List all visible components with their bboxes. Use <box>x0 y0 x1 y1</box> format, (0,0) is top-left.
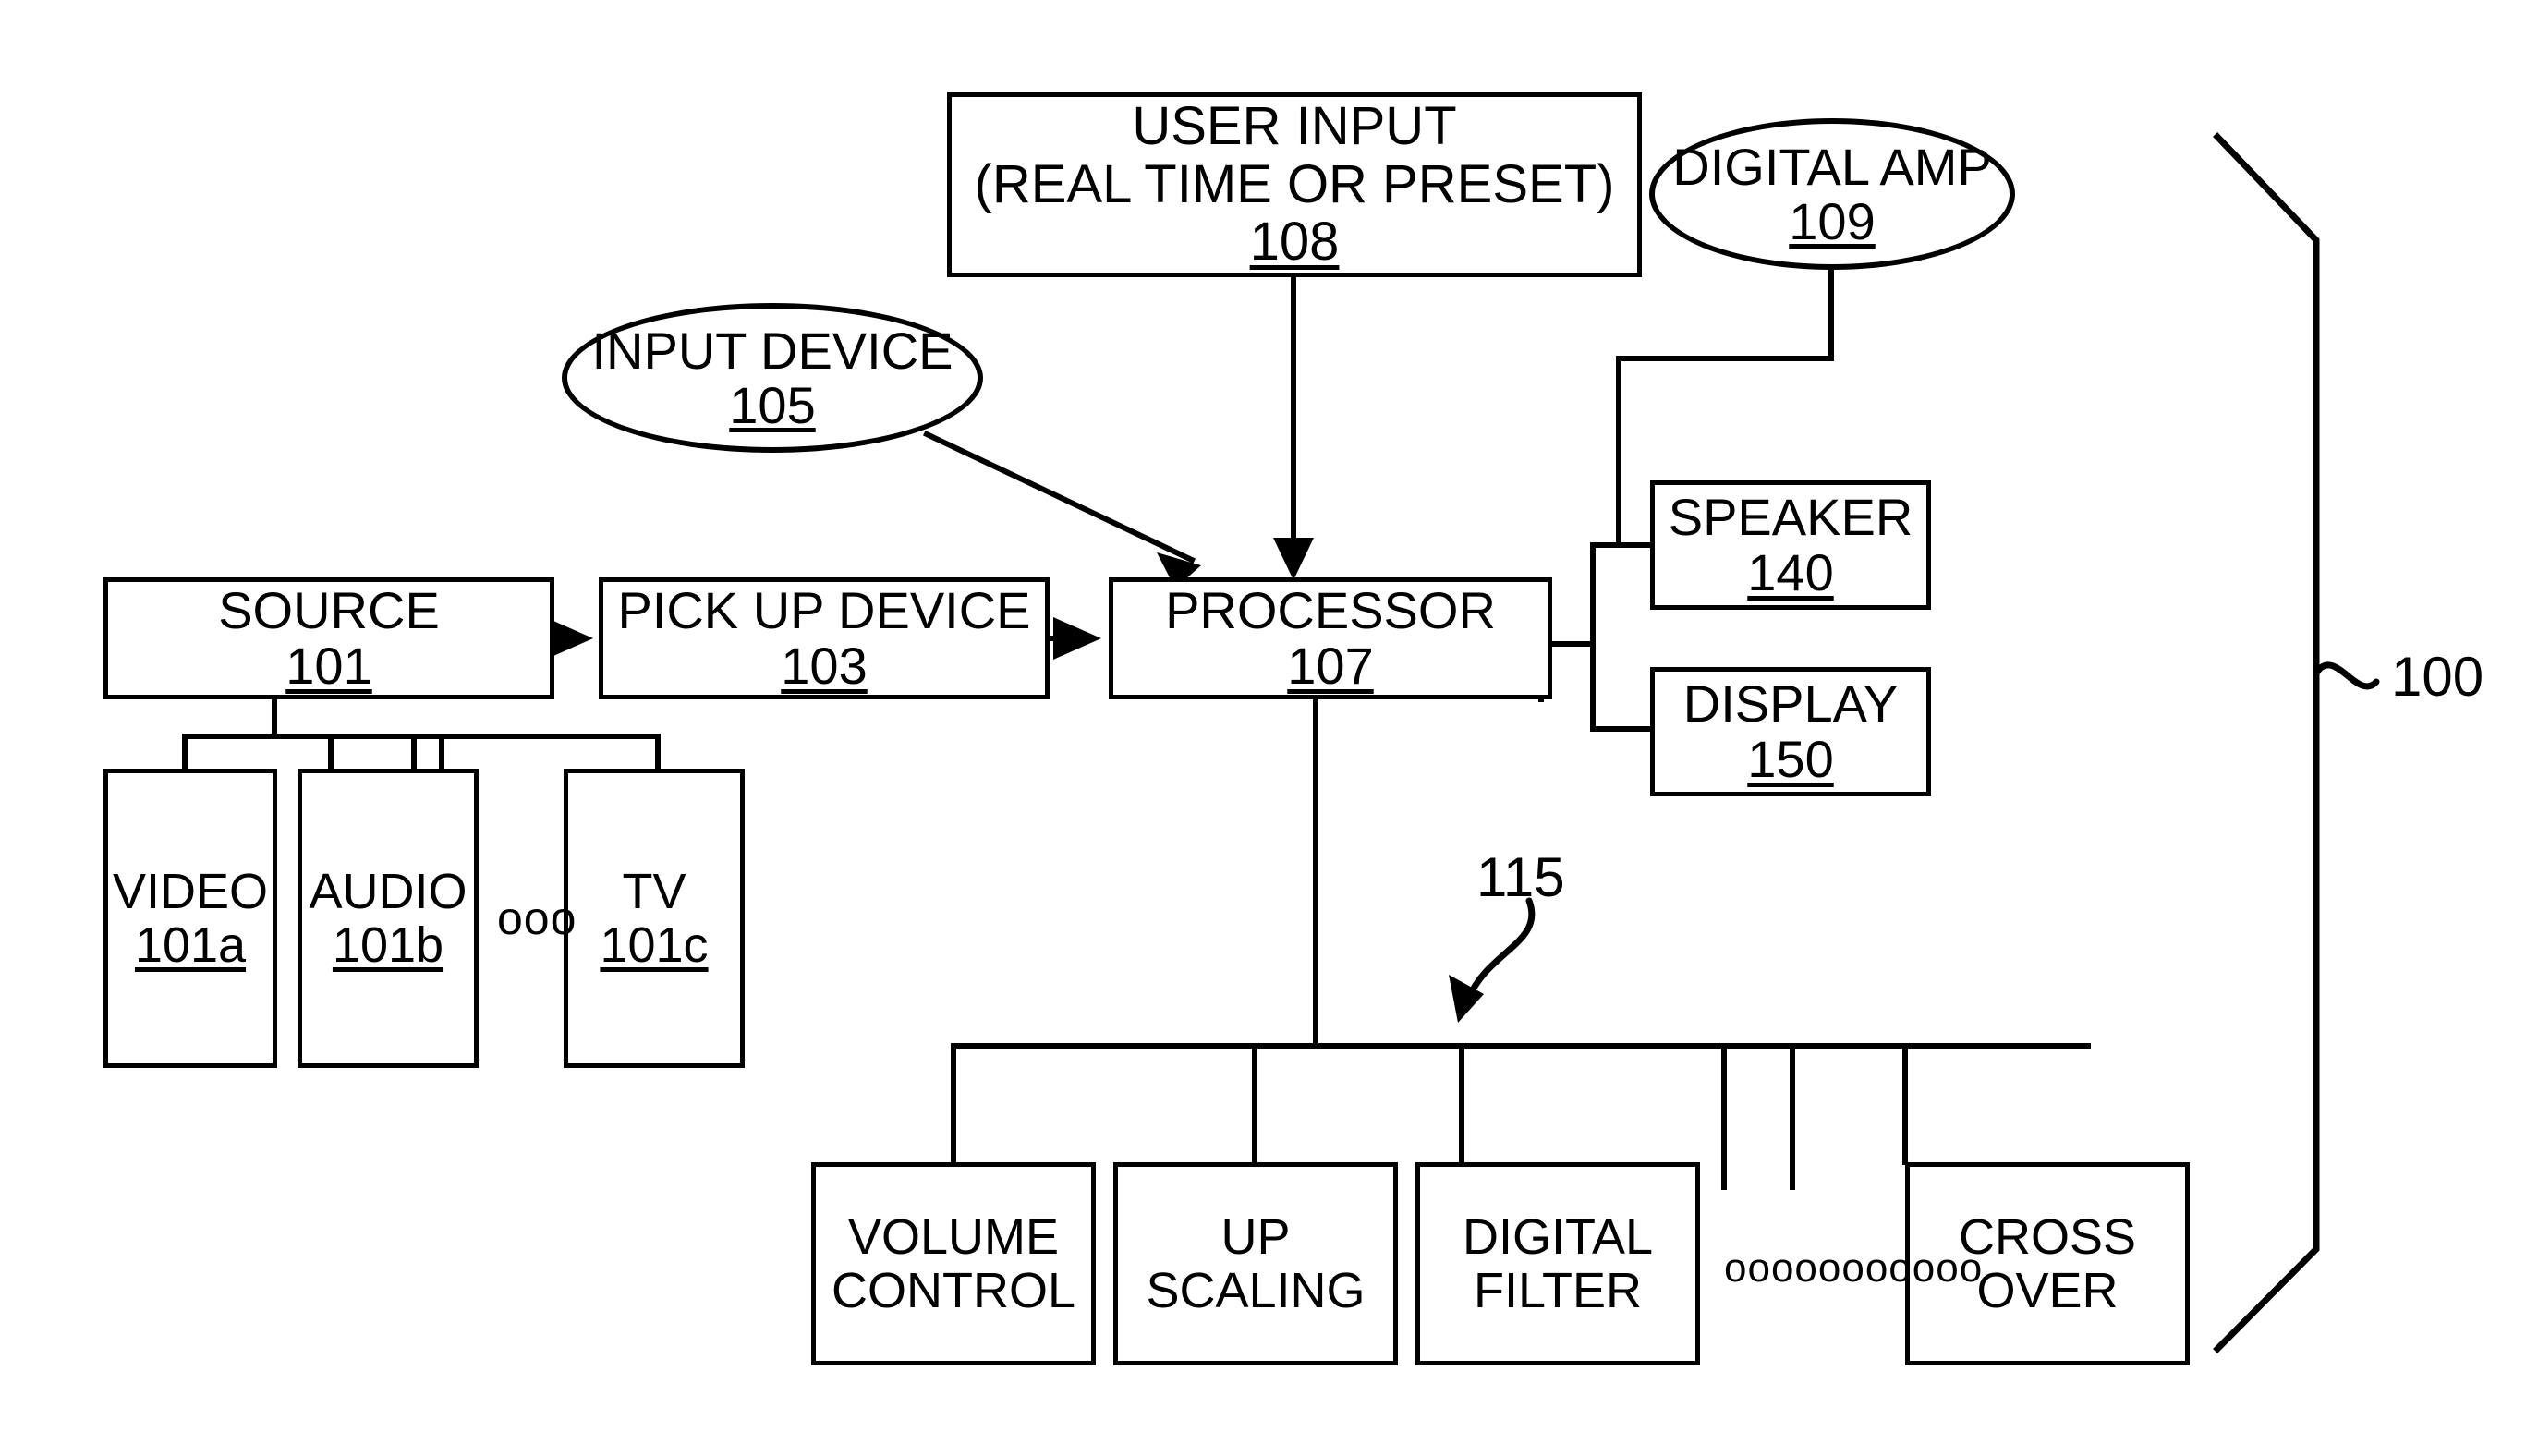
tilde-100 <box>2313 661 2380 690</box>
node-display[interactable]: DISPLAY 150 <box>1650 667 1931 796</box>
node-tv[interactable]: TV 101c <box>564 769 745 1068</box>
node-source-label: SOURCE <box>218 580 440 639</box>
node-video[interactable]: VIDEO 101a <box>103 769 277 1068</box>
node-video-label: VIDEO <box>112 863 269 919</box>
node-digital-amp-label: DIGITAL AMP <box>1672 137 1992 196</box>
node-input-device[interactable]: INPUT DEVICE 105 <box>562 303 983 453</box>
node-digital-filter[interactable]: DIGITAL FILTER <box>1415 1162 1700 1365</box>
node-processor-label: PROCESSOR <box>1165 580 1496 639</box>
node-tv-label: TV <box>622 863 686 919</box>
node-digital-filter-label: DIGITAL FILTER <box>1462 1208 1654 1318</box>
reference-numeral-100: 100 <box>2391 646 2484 708</box>
node-speaker-label: SPEAKER <box>1668 487 1913 546</box>
node-speaker-ref: 140 <box>1747 543 1834 601</box>
patent-figure-canvas: USER INPUT (REAL TIME OR PRESET) 108 DIG… <box>0 0 2526 1456</box>
node-tv-ref: 101c <box>600 917 709 973</box>
line-input-device-to-processor <box>923 431 1196 564</box>
node-pick-up-device-label: PICK UP DEVICE <box>617 580 1031 639</box>
node-display-ref: 150 <box>1747 730 1834 788</box>
node-video-ref: 101a <box>134 917 247 973</box>
node-input-device-ref: 105 <box>729 376 816 434</box>
node-processor-ref: 107 <box>1287 637 1374 695</box>
node-display-label: DISPLAY <box>1682 673 1899 733</box>
leader-curve-115 <box>1465 897 1536 1001</box>
node-input-device-label: INPUT DEVICE <box>591 321 953 380</box>
node-pick-up-device-ref: 103 <box>781 637 868 695</box>
ellipsis-processing-blocks: ooooooooooo <box>1724 1245 1984 1291</box>
node-audio[interactable]: AUDIO 101b <box>298 769 479 1068</box>
node-volume-control[interactable]: VOLUME CONTROL <box>811 1162 1096 1365</box>
node-user-input[interactable]: USER INPUT (REAL TIME OR PRESET) 108 <box>947 92 1642 277</box>
node-volume-control-label: VOLUME CONTROL <box>831 1208 1075 1318</box>
node-digital-amp[interactable]: DIGITAL AMP 109 <box>1649 118 2015 270</box>
node-audio-ref: 101b <box>332 917 444 973</box>
node-cross-over-label: CROSS OVER <box>1958 1208 2137 1318</box>
node-processor[interactable]: PROCESSOR 107 <box>1109 577 1552 699</box>
arrowhead-pickup-to-processor <box>1053 617 1101 660</box>
arrowhead-user-input <box>1273 538 1314 580</box>
node-up-scaling[interactable]: UP SCALING <box>1113 1162 1398 1365</box>
node-audio-label: AUDIO <box>309 863 468 919</box>
node-user-input-ref: 108 <box>1249 212 1340 273</box>
node-up-scaling-label: UP SCALING <box>1146 1208 1366 1318</box>
node-user-input-label: USER INPUT (REAL TIME OR PRESET) <box>974 96 1615 214</box>
node-pick-up-device[interactable]: PICK UP DEVICE 103 <box>599 577 1050 699</box>
node-speaker[interactable]: SPEAKER 140 <box>1650 480 1931 610</box>
system-bracket-100 <box>2213 132 2320 1353</box>
reference-numeral-115: 115 <box>1476 846 1565 908</box>
node-source[interactable]: SOURCE 101 <box>103 577 554 699</box>
ellipsis-source-devices: ooo <box>497 892 577 944</box>
node-source-ref: 101 <box>285 637 372 695</box>
node-digital-amp-ref: 109 <box>1789 192 1876 250</box>
